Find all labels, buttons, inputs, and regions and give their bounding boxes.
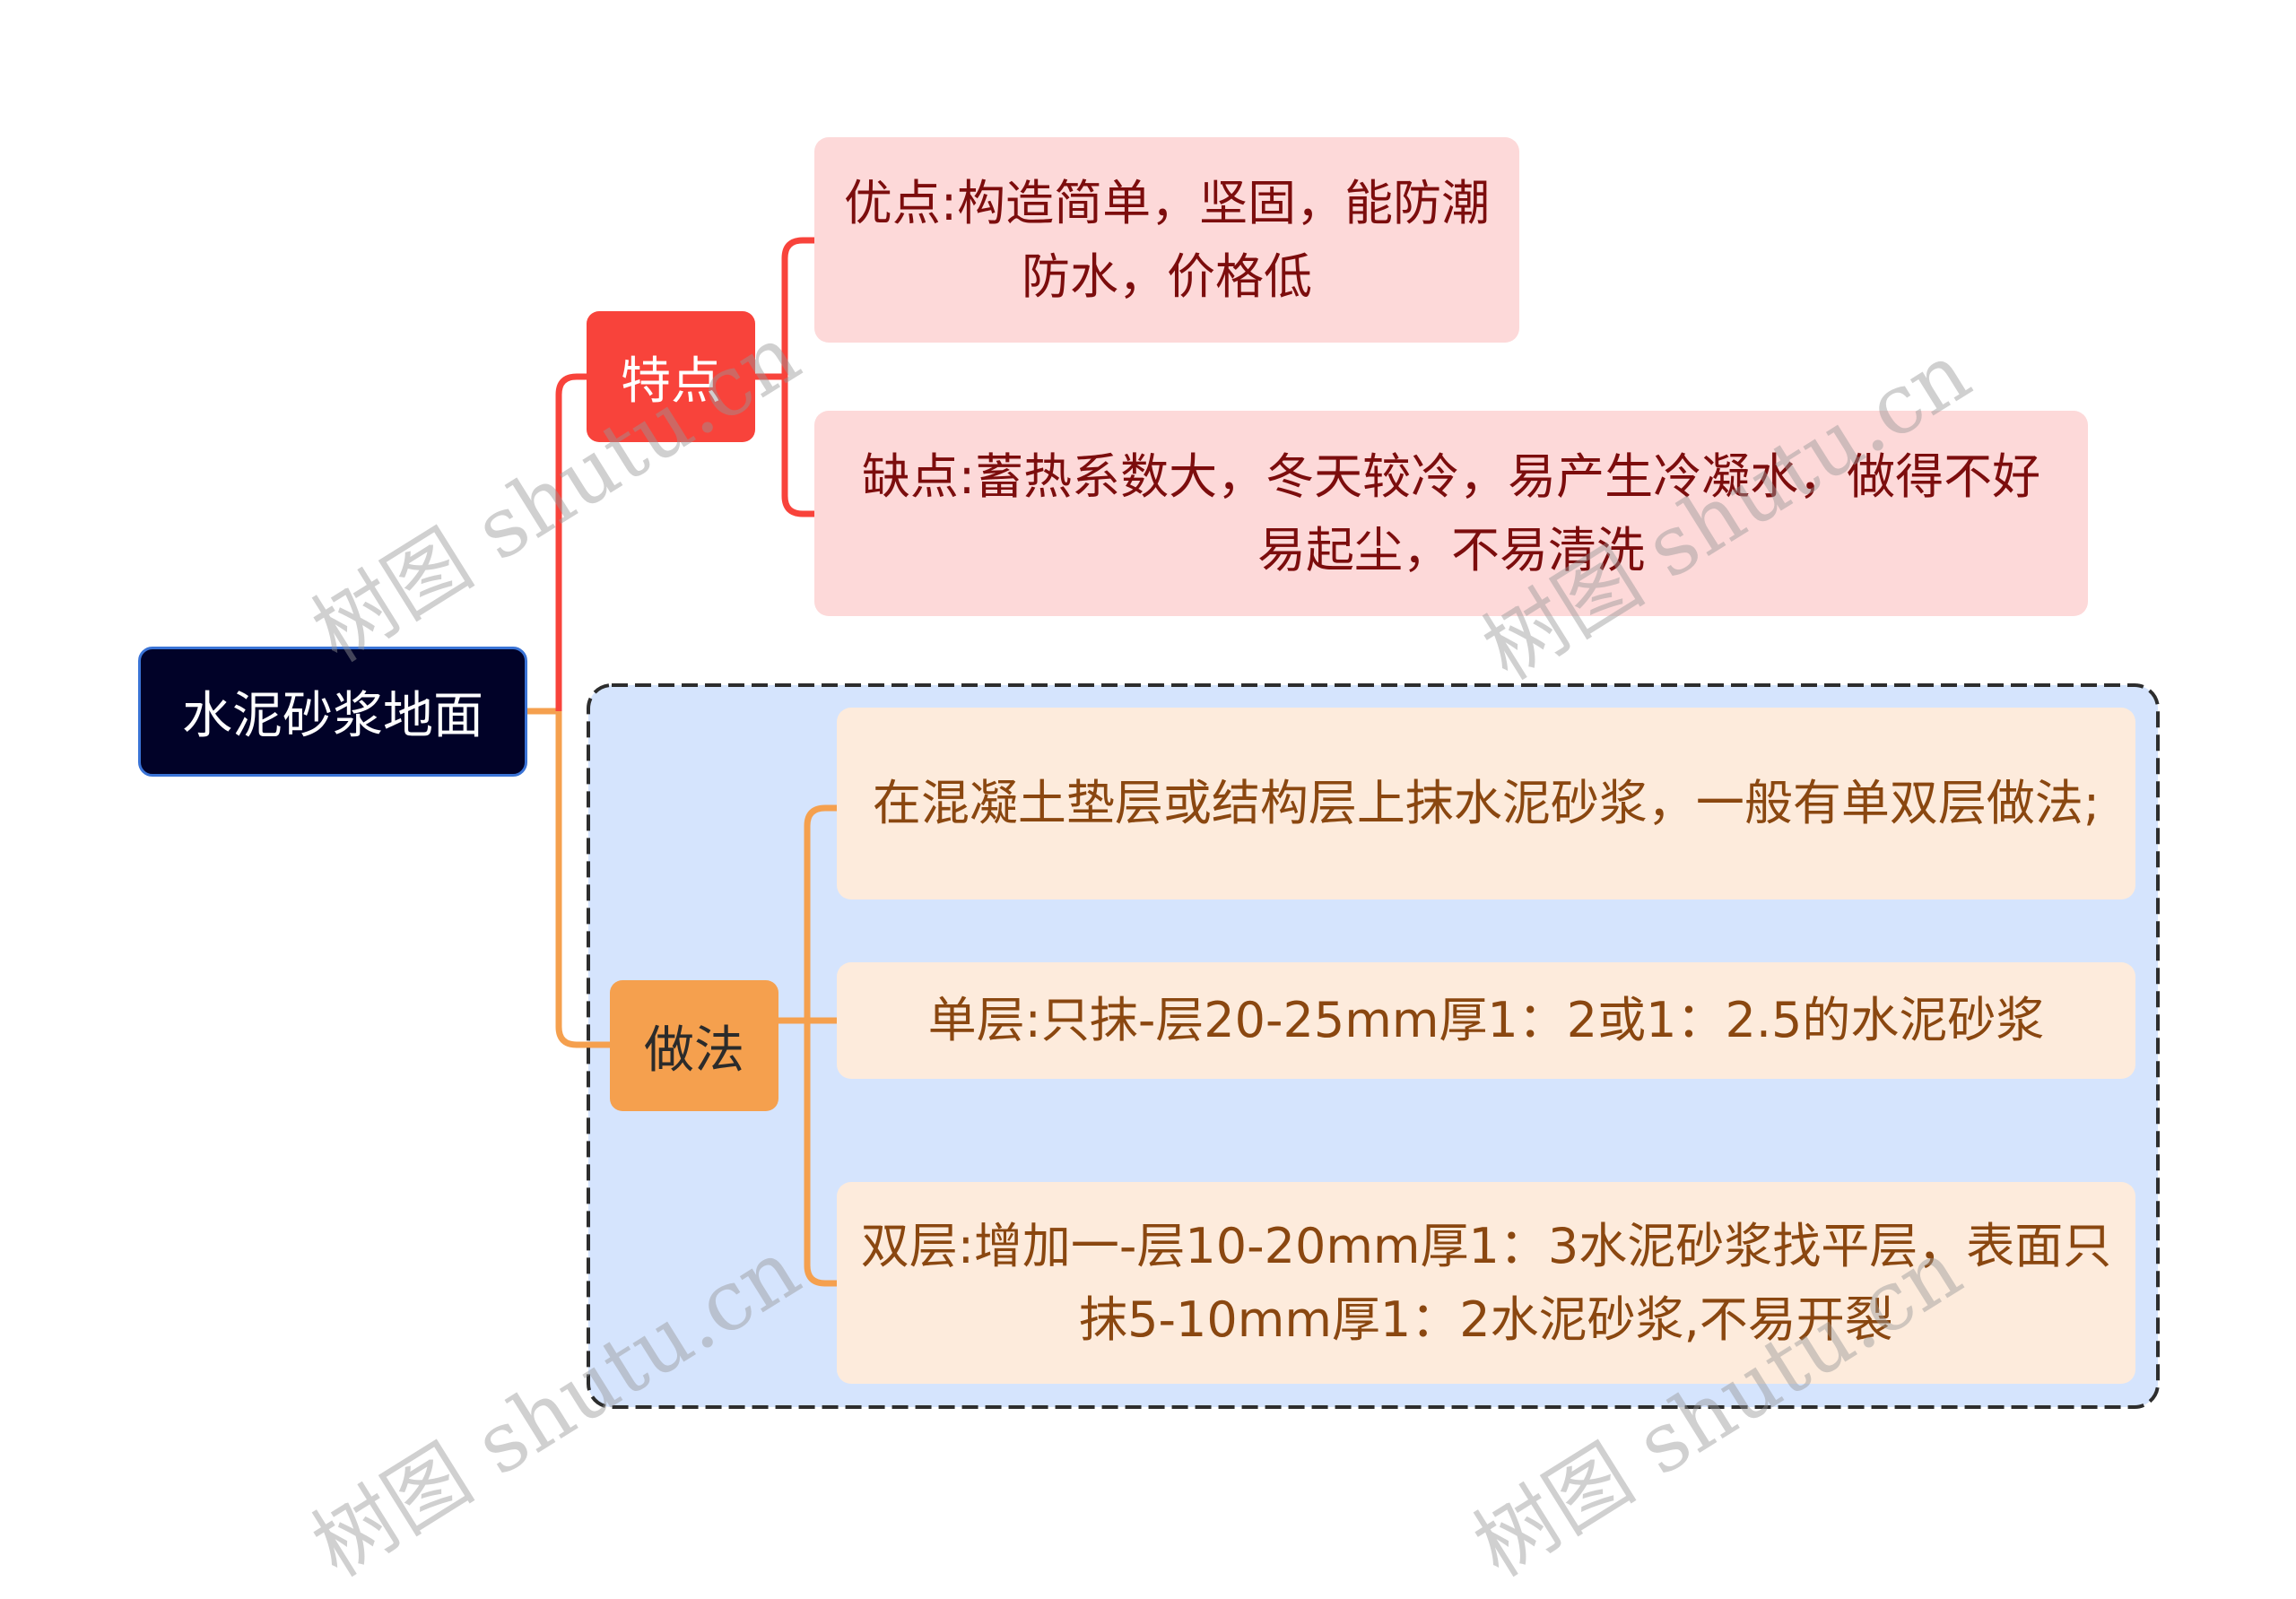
branch-label-features: 特点 bbox=[621, 352, 721, 411]
connector-features-to-cons bbox=[781, 377, 814, 517]
root-node[interactable]: 水泥砂浆地面 bbox=[138, 647, 527, 777]
leaf-node-pros[interactable]: 优点:构造简单，坚固，能防潮防水，价格低 bbox=[814, 137, 1519, 343]
connector-features-to-pros bbox=[781, 237, 814, 377]
leaf-node-cons[interactable]: 缺点:蓄热系数大，冬天较冷，易产生冷凝水，做得不好易起尘，不易清洗 bbox=[814, 411, 2088, 616]
connector-method-to-m3 bbox=[804, 1021, 837, 1287]
connector-root-to-method bbox=[555, 711, 610, 1048]
leaf-label-pros: 优点:构造简单，坚固，能防潮防水，价格低 bbox=[843, 174, 1491, 305]
leaf-node-method-overview[interactable]: 在混凝土垫层或结构层上抹水泥砂浆，一般有单双层做法; bbox=[837, 708, 2135, 899]
leaf-label-method-single-layer: 单层:只抹-层20-25mm厚1：2或1：2.5的水泥砂浆 bbox=[927, 992, 2045, 1048]
branch-label-method: 做法 bbox=[644, 1021, 744, 1080]
leaf-label-method-double-layer: 双层:增加一-层10-20mm厚1：3水泥砂浆找平层，表面只抹5-10mm厚1：… bbox=[860, 1217, 2112, 1348]
leaf-label-cons: 缺点:蓄热系数大，冬天较冷，易产生冷凝水，做得不好易起尘，不易清洗 bbox=[861, 448, 2041, 578]
connector-method-to-m1 bbox=[804, 804, 837, 1021]
branch-node-method[interactable]: 做法 bbox=[610, 980, 778, 1111]
leaf-label-method-overview: 在混凝土垫层或结构层上抹水泥砂浆，一般有单双层做法; bbox=[872, 775, 2100, 831]
root-label: 水泥砂浆地面 bbox=[182, 687, 483, 745]
connector-root-to-features bbox=[555, 373, 587, 711]
leaf-node-method-single-layer[interactable]: 单层:只抹-层20-25mm厚1：2或1：2.5的水泥砂浆 bbox=[837, 962, 2135, 1079]
leaf-node-method-double-layer[interactable]: 双层:增加一-层10-20mm厚1：3水泥砂浆找平层，表面只抹5-10mm厚1：… bbox=[837, 1182, 2135, 1384]
branch-node-features[interactable]: 特点 bbox=[587, 311, 755, 442]
